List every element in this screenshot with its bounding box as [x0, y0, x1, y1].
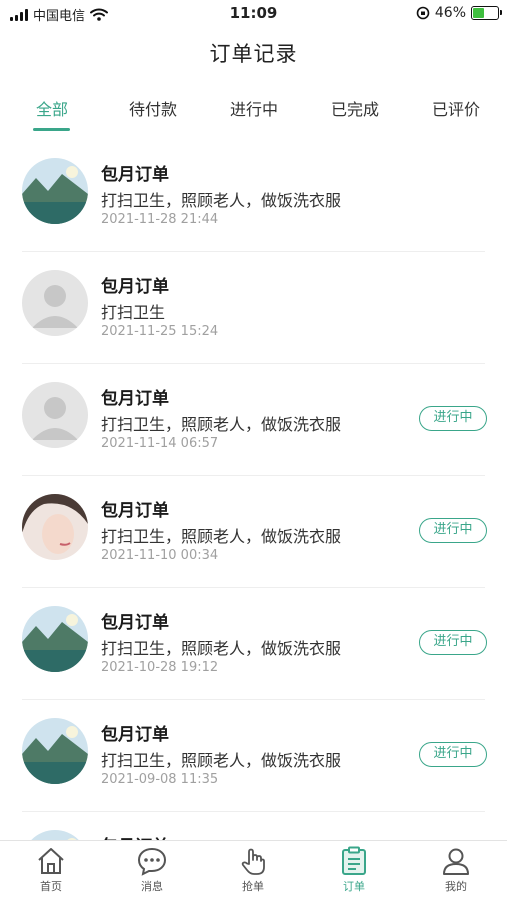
nav-profile[interactable]: 我的 [426, 845, 486, 894]
order-list[interactable]: 包月订单 打扫卫生，照顾老人，做饭洗衣服 2021-11-28 21:44 包月… [0, 140, 507, 840]
order-description: 打扫卫生，照顾老人，做饭洗衣服 [101, 751, 342, 770]
order-description: 打扫卫生 [101, 303, 166, 322]
order-title: 包月订单 [101, 165, 169, 185]
tab-pending-payment[interactable]: 待付款 [129, 96, 177, 120]
order-time: 2021-09-08 11:35 [101, 772, 219, 787]
order-time: 2021-11-25 15:24 [101, 324, 219, 339]
order-title: 包月订单 [101, 501, 169, 521]
order-row[interactable]: 包月订单 打扫卫生，照顾老人，做饭洗衣服 2021-11-28 21:44 [0, 140, 507, 252]
tab-reviewed[interactable]: 已评价 [432, 96, 480, 120]
nav-grab-order[interactable]: 抢单 [223, 845, 283, 894]
nav-orders-label: 订单 [343, 880, 365, 893]
nav-messages-label: 消息 [141, 880, 163, 893]
tab-completed[interactable]: 已完成 [331, 96, 379, 120]
order-row[interactable]: 包月订单 [0, 812, 507, 840]
status-badge: 进行中 [419, 630, 487, 655]
grab-order-icon [241, 848, 265, 875]
message-icon [137, 847, 167, 876]
order-description: 打扫卫生，照顾老人，做饭洗衣服 [101, 527, 342, 546]
avatar-landscape [22, 830, 88, 840]
order-time: 2021-10-28 19:12 [101, 660, 219, 675]
home-icon [38, 848, 64, 874]
order-row[interactable]: 包月订单 打扫卫生，照顾老人，做饭洗衣服 2021-10-28 19:12 进行… [0, 588, 507, 700]
avatar-landscape [22, 606, 88, 672]
active-tab-indicator [33, 128, 70, 131]
order-row[interactable]: 包月订单 打扫卫生 2021-11-25 15:24 [0, 252, 507, 364]
nav-grab-order-label: 抢单 [242, 880, 264, 893]
avatar-landscape [22, 158, 88, 224]
order-description: 打扫卫生，照顾老人，做饭洗衣服 [101, 415, 342, 434]
order-title: 包月订单 [101, 725, 169, 745]
avatar-landscape [22, 718, 88, 784]
status-bar-right: 46% [416, 5, 502, 21]
orientation-lock-icon [416, 6, 430, 20]
status-badge: 进行中 [419, 742, 487, 767]
tab-in-progress[interactable]: 进行中 [230, 96, 278, 120]
order-time: 2021-11-10 00:34 [101, 548, 219, 563]
nav-messages[interactable]: 消息 [122, 845, 182, 894]
nav-home[interactable]: 首页 [21, 845, 81, 894]
order-description: 打扫卫生，照顾老人，做饭洗衣服 [101, 639, 342, 658]
status-bar: 中国电信 11:09 46% [0, 0, 507, 28]
page-title: 订单记录 [209, 42, 298, 66]
battery-icon [471, 6, 502, 20]
nav-profile-label: 我的 [445, 880, 467, 893]
nav-orders[interactable]: 订单 [324, 845, 384, 894]
order-tabs: 全部 待付款 进行中 已完成 已评价 [0, 90, 507, 132]
avatar-placeholder [22, 270, 88, 336]
order-row[interactable]: 包月订单 打扫卫生，照顾老人，做饭洗衣服 2021-11-10 00:34 进行… [0, 476, 507, 588]
order-title: 包月订单 [101, 277, 169, 297]
nav-home-label: 首页 [40, 880, 62, 893]
order-time: 2021-11-14 06:57 [101, 436, 219, 451]
avatar-placeholder [22, 382, 88, 448]
status-badge: 进行中 [419, 406, 487, 431]
order-icon [342, 846, 366, 875]
order-description: 打扫卫生，照顾老人，做饭洗衣服 [101, 191, 342, 210]
profile-icon [443, 848, 469, 875]
battery-percent: 46% [434, 5, 466, 21]
order-time: 2021-11-28 21:44 [101, 212, 219, 227]
bottom-nav: 首页 消息 抢单 订单 我的 [0, 840, 507, 900]
order-title: 包月订单 [101, 613, 169, 633]
order-row[interactable]: 包月订单 打扫卫生，照顾老人，做饭洗衣服 2021-09-08 11:35 进行… [0, 700, 507, 812]
status-badge: 进行中 [419, 518, 487, 543]
order-row[interactable]: 包月订单 打扫卫生，照顾老人，做饭洗衣服 2021-11-14 06:57 进行… [0, 364, 507, 476]
order-title: 包月订单 [101, 832, 169, 840]
tab-all[interactable]: 全部 [36, 96, 68, 120]
avatar-person [22, 494, 88, 560]
order-title: 包月订单 [101, 389, 169, 409]
